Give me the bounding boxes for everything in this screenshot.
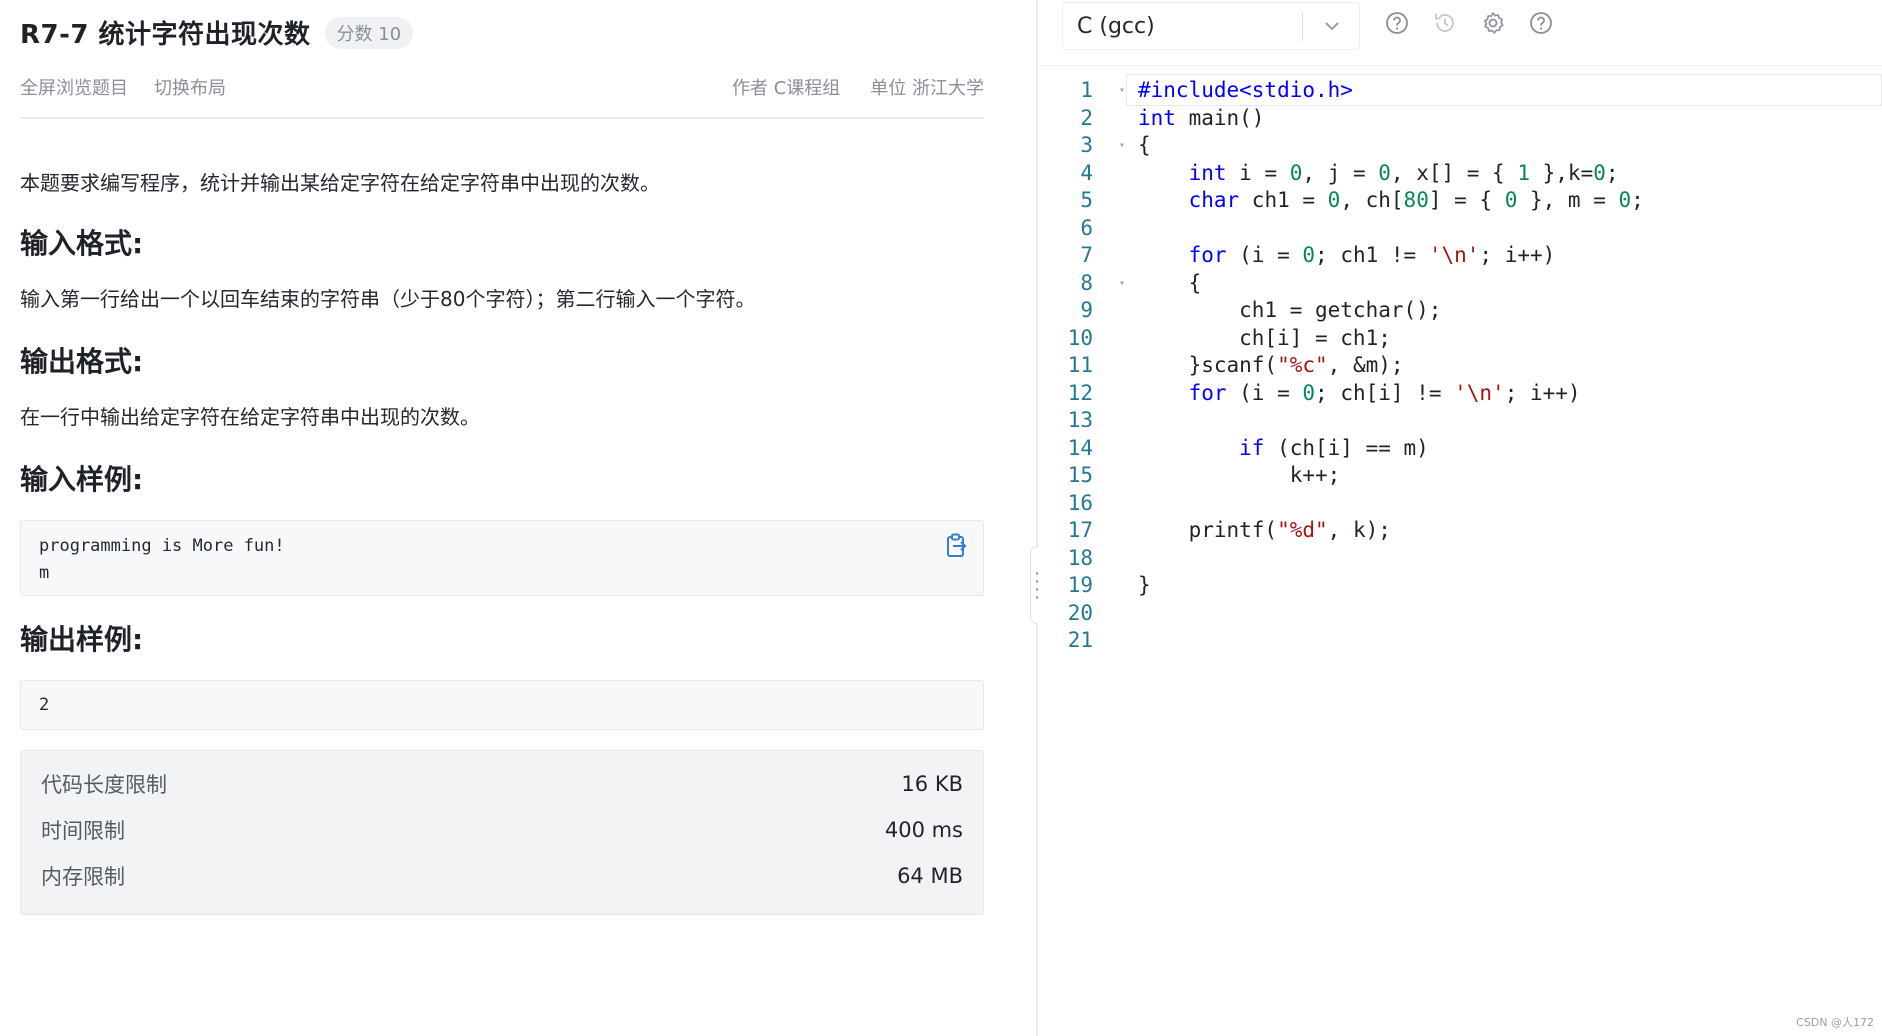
score-badge: 分数 10 xyxy=(324,16,414,49)
fullscreen-link[interactable]: 全屏浏览题目 xyxy=(20,74,128,100)
chevron-down-icon[interactable] xyxy=(1321,15,1343,37)
copy-icon[interactable] xyxy=(945,533,969,559)
code-editor[interactable]: 1 ▾ #include<stdio.h> 2 int main() 3 ▾{4 int i… xyxy=(1038,66,1882,1036)
gear-icon[interactable] xyxy=(1480,10,1506,36)
limits-panel: 代码长度限制 16 KB 时间限制 400 ms 内存限制 64 MB xyxy=(20,750,984,915)
help-circle-icon[interactable] xyxy=(1384,10,1410,36)
watermark: CSDN @人172 xyxy=(1796,1016,1874,1029)
limit-label: 时间限制 xyxy=(41,819,125,843)
input-format-heading: 输入格式: xyxy=(20,227,144,260)
limit-label: 代码长度限制 xyxy=(41,773,167,797)
sample-output-heading: 输出样例: xyxy=(20,623,144,656)
header-divider xyxy=(20,117,984,119)
limit-value: 64 MB xyxy=(897,864,963,888)
title-row: R7-7 统计字符出现次数 分数 10 xyxy=(20,14,414,51)
problem-panel: R7-7 统计字符出现次数 分数 10 全屏浏览题目 切换布局 作者 C课程组 … xyxy=(0,0,1036,1036)
line-number: 21 xyxy=(1067,628,1093,652)
sample-input-heading: 输入样例: xyxy=(20,463,144,496)
limit-row: 时间限制 400 ms xyxy=(41,807,963,853)
sample-input-line: m xyxy=(39,563,50,583)
limit-row: 内存限制 64 MB xyxy=(41,853,963,899)
help-circle-icon[interactable] xyxy=(1528,10,1554,36)
author-label: 作者 C课程组 xyxy=(731,78,841,99)
editor-toolbar: C (gcc) xyxy=(1038,0,1882,66)
sample-output-box: 2 xyxy=(20,680,984,730)
language-select[interactable]: C (gcc) xyxy=(1062,2,1360,50)
sample-input-box: programming is More fun! m xyxy=(20,520,984,596)
output-format-text: 在一行中输出给定字符在给定字符串中出现的次数。 xyxy=(20,405,480,429)
sample-output-line: 2 xyxy=(39,695,50,715)
output-format-heading: 输出格式: xyxy=(20,345,144,378)
problem-description: 本题要求编写程序，统计并输出某给定字符在给定字符串中出现的次数。 xyxy=(20,171,660,195)
language-value: C (gcc) xyxy=(1077,13,1155,39)
unit-label: 单位 浙江大学 xyxy=(870,78,984,99)
code-line[interactable]: 21 xyxy=(1038,624,1882,657)
editor-panel: C (gcc) 1 ▾ #include<stdio.h> 2 int main() 3 ▾… xyxy=(1038,0,1882,1036)
limit-value: 16 KB xyxy=(901,772,963,796)
input-format-text: 输入第一行给出一个以回车结束的字符串（少于80个字符）；第二行输入一个字符。 xyxy=(20,287,756,311)
sample-input-line: programming is More fun! xyxy=(39,536,285,556)
problem-subheader: 全屏浏览题目 切换布局 作者 C课程组 单位 浙江大学 xyxy=(20,74,984,100)
limit-value: 400 ms xyxy=(884,818,963,842)
history-icon[interactable] xyxy=(1432,10,1458,36)
limit-label: 内存限制 xyxy=(41,865,125,889)
problem-title: R7-7 统计字符出现次数 xyxy=(20,20,311,50)
limit-row: 代码长度限制 16 KB xyxy=(41,761,963,807)
switch-layout-link[interactable]: 切换布局 xyxy=(154,74,226,100)
